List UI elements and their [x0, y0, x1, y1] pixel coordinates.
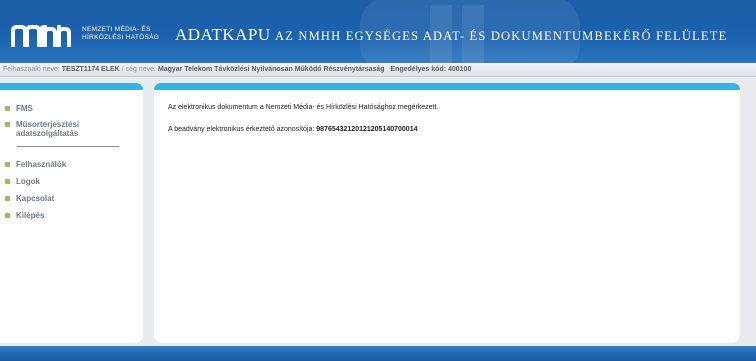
user-label: Felhasználó neve: — [3, 66, 62, 73]
sidebar-item-kilepes[interactable]: Kilépés — [0, 211, 143, 220]
bullet-icon — [5, 196, 10, 201]
company-label: / cég neve: — [119, 66, 158, 73]
sidebar: FMS Műsorterjesztési adatszolgáltatás Fe… — [0, 83, 143, 343]
bullet-icon — [5, 106, 10, 111]
content-accent-bar — [154, 83, 740, 90]
main-content: Az elektronikus dokumentum a Nemzeti Méd… — [154, 83, 740, 343]
header: NEMZETI MÉDIA- ÉS HÍRKÖZLÉSI HATÓSÁG ADA… — [0, 0, 756, 63]
registration-id-line: A beadvány elektronikus érkeztető azonos… — [168, 126, 418, 133]
company-value: Magyar Telekom Távközlési Nyilvánosan Mű… — [157, 66, 385, 73]
bullet-icon — [5, 213, 10, 218]
app-title: ADATKAPU — [175, 25, 271, 44]
sidebar-item-label: Felhasználók — [16, 160, 67, 169]
sidebar-item-label: Logok — [16, 177, 40, 186]
sidebar-item-label: Műsorterjesztési adatszolgáltatás — [16, 120, 80, 138]
sidebar-item-logok[interactable]: Logok — [0, 177, 143, 186]
bullet-icon — [5, 179, 10, 184]
app-subtitle: AZ NMHH EGYSÉGES ADAT- ÉS DOKUMENTUMBEKÉ… — [275, 29, 728, 43]
registration-id-value: 98765432120121205140700014 — [316, 126, 418, 133]
nmhh-logo-icon — [11, 25, 71, 47]
permit-code: Engedélyes kód: 400100 — [390, 66, 472, 73]
sidebar-nav: FMS Műsorterjesztési adatszolgáltatás Fe… — [0, 90, 143, 220]
sidebar-item-label: FMS — [16, 104, 33, 113]
bullet-icon — [5, 162, 10, 167]
sidebar-item-musorterjesztesi[interactable]: Műsorterjesztési adatszolgáltatás — [0, 120, 110, 138]
nmhh-logo[interactable] — [10, 21, 76, 47]
sidebar-item-felhasznalok[interactable]: Felhasználók — [0, 160, 143, 169]
sidebar-item-label: Kilépés — [16, 211, 45, 220]
footer-bar — [0, 346, 756, 361]
sidebar-item-label: Kapcsolat — [16, 194, 55, 203]
user-value: TESZT1174 ELEK — [61, 66, 120, 73]
sidebar-item-fms[interactable]: FMS — [0, 104, 143, 113]
logo-text: NEMZETI MÉDIA- ÉS HÍRKÖZLÉSI HATÓSÁG — [82, 26, 159, 42]
arrival-message: Az elektronikus dokumentum a Nemzeti Méd… — [168, 104, 439, 111]
sidebar-divider — [0, 146, 143, 147]
user-info-bar: Felhasználó neve: TESZT1174 ELEK / cég n… — [0, 63, 756, 77]
sidebar-item-kapcsolat[interactable]: Kapcsolat — [0, 194, 143, 203]
sidebar-accent-bar — [0, 83, 143, 90]
registration-id-label: A beadvány elektronikus érkeztető azonos… — [168, 126, 317, 133]
logo-text-line2: HÍRKÖZLÉSI HATÓSÁG — [82, 34, 160, 41]
logo-text-line1: NEMZETI MÉDIA- ÉS — [82, 26, 151, 33]
bullet-icon — [5, 122, 10, 127]
